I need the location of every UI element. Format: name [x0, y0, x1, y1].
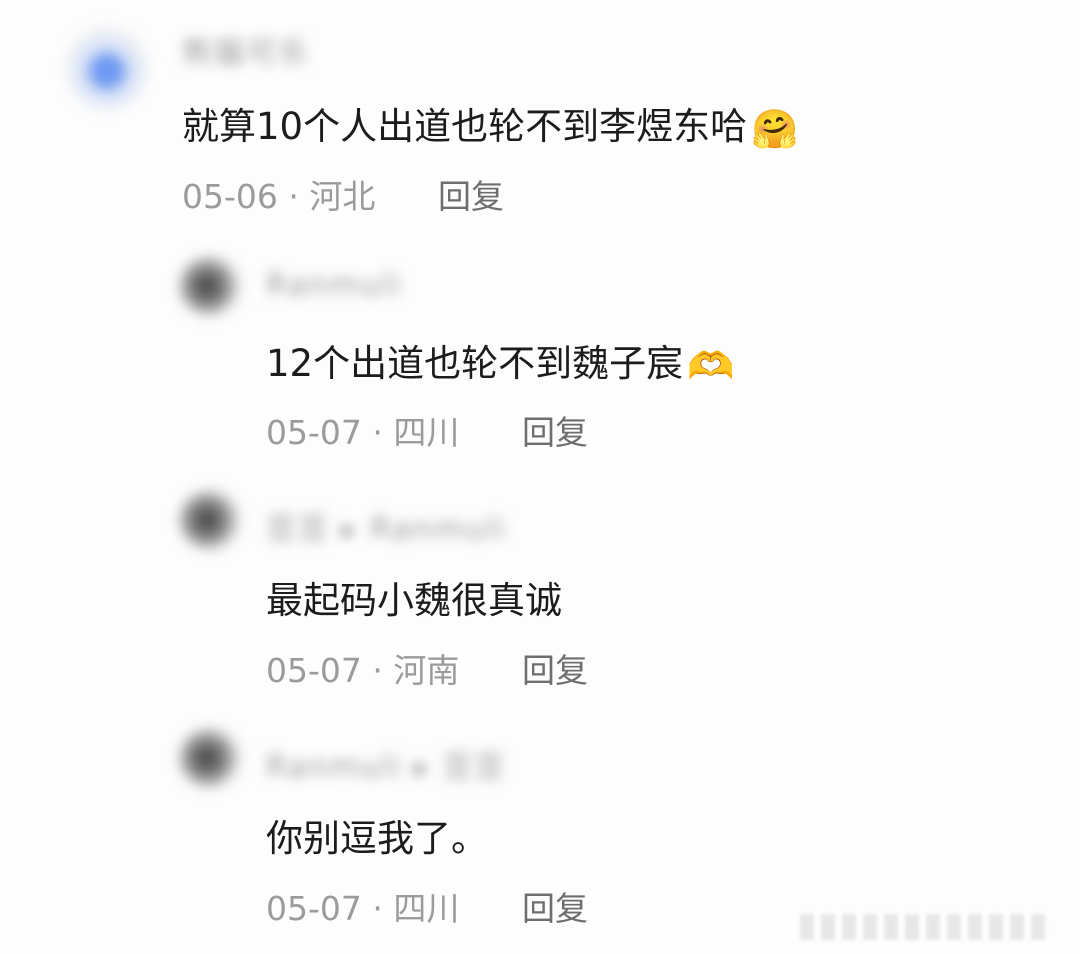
reply-button[interactable]: 回复 — [438, 170, 504, 218]
comment-text: 你别逗我了。 — [266, 808, 488, 862]
comment-body: 12个出道也轮不到魏子宸 — [266, 342, 684, 385]
comment-location: 四川 — [393, 889, 460, 928]
comment-date: 05-07 — [266, 889, 362, 928]
comment-date: 05-07 — [266, 413, 362, 452]
separator: · — [288, 177, 299, 216]
comment-location: 河南 — [393, 651, 460, 690]
comment-location: 河北 — [309, 177, 376, 216]
comment-text: 最起码小魏很真诚 — [266, 570, 562, 624]
heart-hands-icon: 🫶 — [687, 343, 735, 388]
separator: · — [372, 413, 383, 452]
username[interactable]: Ranmuli — [266, 268, 403, 303]
avatar[interactable] — [180, 256, 240, 316]
comment-text: 就算10个人出道也轮不到李煜东哈 🤗 — [182, 96, 798, 150]
comment-meta: 05-07 · 河南 — [266, 644, 459, 692]
comment-body: 最起码小魏很真诚 — [266, 579, 562, 622]
watermark — [800, 912, 1070, 942]
comment-body: 就算10个人出道也轮不到李煜东哈 — [182, 105, 748, 148]
avatar[interactable] — [180, 728, 240, 788]
reply-button[interactable]: 回复 — [522, 644, 588, 692]
avatar[interactable] — [180, 490, 240, 550]
comment-date: 05-07 — [266, 651, 362, 690]
hugging-face-icon: 🤗 — [751, 106, 799, 151]
username[interactable]: 熊猫可乐 — [182, 28, 310, 72]
avatar[interactable] — [66, 26, 148, 108]
separator: · — [372, 651, 383, 690]
comment-meta: 05-07 · 四川 — [266, 406, 459, 454]
separator: · — [372, 889, 383, 928]
comment-date: 05-06 — [182, 177, 278, 216]
reply-button[interactable]: 回复 — [522, 406, 588, 454]
comment-body: 你别逗我了。 — [266, 817, 488, 860]
username[interactable]: 豆豆 ▸ Ranmuli — [266, 504, 507, 548]
reply-button[interactable]: 回复 — [522, 882, 588, 930]
username[interactable]: Ranmuli ▸ 豆豆 — [266, 742, 507, 786]
comment-text: 12个出道也轮不到魏子宸 🫶 — [266, 333, 734, 387]
comment-meta: 05-06 · 河北 — [182, 170, 375, 218]
comment-location: 四川 — [393, 413, 460, 452]
comment-meta: 05-07 · 四川 — [266, 882, 459, 930]
